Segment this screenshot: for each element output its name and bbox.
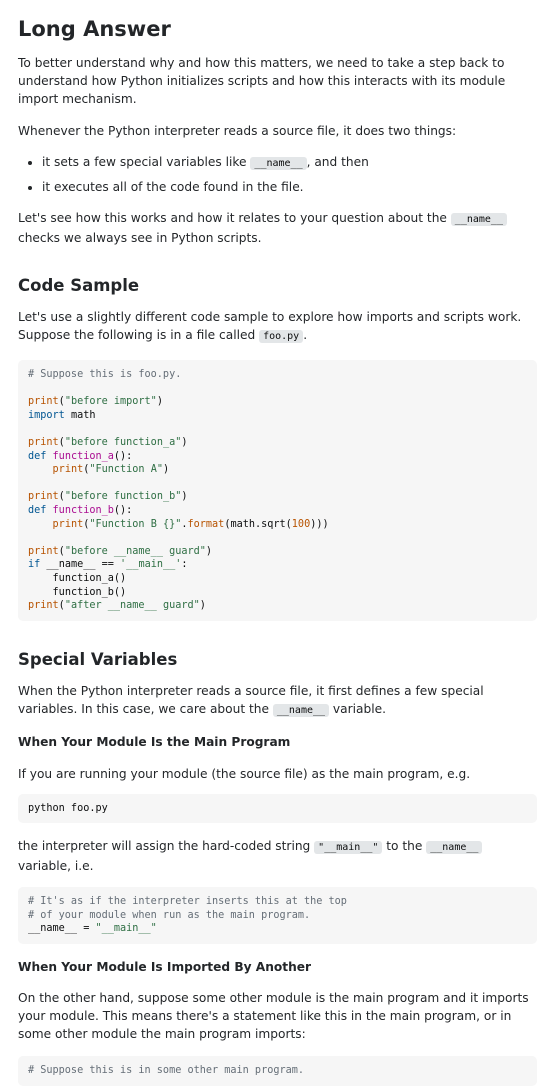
inline-code: __name__ (250, 157, 307, 170)
bullet-list: it sets a few special variables like __n… (18, 153, 537, 196)
page-title: Long Answer (18, 17, 171, 41)
imported-paragraph: On the other hand, suppose some other mo… (18, 991, 529, 1042)
section-heading-special-variables: Special Variables (18, 649, 178, 669)
section-heading-code-sample: Code Sample (18, 276, 140, 295)
list-item: it executes all of the code found in the… (42, 178, 537, 196)
inline-code: __name__ (450, 213, 507, 226)
inline-code: foo.py (259, 330, 304, 343)
main-program-paragraph: If you are running your module (the sour… (18, 766, 471, 781)
inline-code: __name__ (426, 841, 483, 855)
intro-paragraph-3: Let's see how this works and how it rela… (18, 209, 537, 247)
subheading-imported: When Your Module Is Imported By Another (18, 960, 312, 975)
code-block-import[interactable]: # Suppose this is in some other main pro… (18, 1056, 537, 1086)
code-block-command[interactable]: python foo.py (18, 793, 537, 824)
assign-main-paragraph: the interpreter will assign the hard-cod… (18, 837, 537, 875)
list-item: it sets a few special variables like __n… (42, 153, 537, 171)
intro-paragraph-2: Whenever the Python interpreter reads a … (18, 124, 457, 138)
code-block-foo[interactable]: # Suppose this is foo.py. print("before … (18, 360, 537, 621)
answer-body: Long Answer To better understand why and… (0, 0, 550, 1086)
code-sample-paragraph: Let's use a slightly different code samp… (18, 310, 522, 343)
code-block-name-main[interactable]: # It's as if the interpreter inserts thi… (18, 887, 537, 945)
intro-paragraph-1: To better understand why and how this ma… (18, 56, 506, 106)
subheading-main-program: When Your Module Is the Main Program (18, 734, 291, 749)
special-variables-paragraph: When the Python interpreter reads a sour… (18, 683, 484, 717)
inline-code: __name__ (272, 703, 330, 717)
inline-code: "__main__" (314, 841, 383, 855)
